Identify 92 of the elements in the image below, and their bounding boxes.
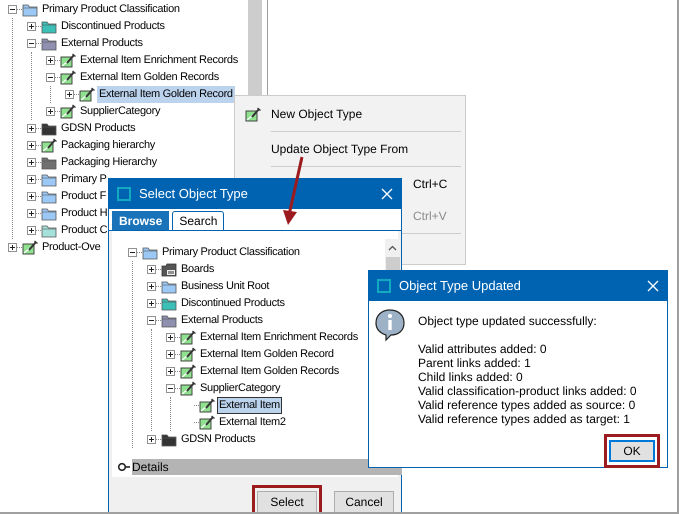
- button[interactable]: Cancel: [334, 491, 394, 512]
- tree-item[interactable]: Primary Product Classification: [160, 244, 302, 261]
- expand-icon[interactable]: [166, 367, 175, 376]
- detail-text: Valid reference types added as source: 0: [418, 398, 636, 412]
- tree-item[interactable]: Product H: [59, 205, 110, 222]
- expand-icon[interactable]: [8, 243, 17, 252]
- wrench-box-icon: [22, 240, 38, 255]
- tree-item[interactable]: SupplierCategory: [198, 380, 282, 397]
- detail-text: Valid reference types added as target: 1: [418, 412, 631, 426]
- detail-text: Valid attributes added: 0: [418, 342, 548, 356]
- tree-item[interactable]: External Item Golden Record: [97, 86, 235, 103]
- expand-icon[interactable]: [46, 107, 55, 116]
- tree-item[interactable]: Discontinued Products: [179, 295, 287, 312]
- tree-item[interactable]: GDSN Products: [59, 120, 138, 137]
- wrench-box-icon: [60, 104, 76, 119]
- wrench-box-icon: [60, 70, 76, 85]
- expand-icon[interactable]: [117, 462, 131, 472]
- menu-item[interactable]: Update Object Type From: [271, 140, 465, 158]
- tree-item[interactable]: External Item2: [217, 414, 288, 431]
- expand-icon[interactable]: [147, 265, 156, 274]
- expand-icon[interactable]: [27, 22, 36, 31]
- expand-icon[interactable]: [27, 209, 36, 218]
- window-title: Object Type Updated: [399, 277, 521, 296]
- wrench-box-icon: [180, 381, 196, 396]
- wrench-box-icon: [79, 87, 95, 102]
- expand-icon[interactable]: [27, 192, 36, 201]
- window-icon: [117, 187, 131, 201]
- shortcut-label: Ctrl+V: [413, 208, 448, 225]
- tree-item[interactable]: External Item Enrichment Records: [198, 329, 360, 346]
- close-icon[interactable]: [381, 188, 393, 200]
- wrench-box-icon: [41, 138, 57, 153]
- expand-icon[interactable]: [147, 435, 156, 444]
- expand-icon[interactable]: [147, 299, 156, 308]
- collapse-icon[interactable]: [166, 384, 175, 393]
- tree-item[interactable]: Primary Product Classification: [40, 1, 182, 18]
- expand-icon[interactable]: [27, 158, 36, 167]
- tree-item[interactable]: External Products: [59, 35, 145, 52]
- expand-icon[interactable]: [27, 226, 36, 235]
- button[interactable]: OK: [609, 440, 655, 462]
- collapse-icon[interactable]: [128, 248, 137, 257]
- detail-text: Parent links added: 1: [418, 356, 532, 370]
- tree-item[interactable]: External Item Golden Records: [78, 69, 221, 86]
- wrench-box-icon: [199, 415, 215, 430]
- detail-text: Child links added: 0: [418, 370, 524, 384]
- tree-item[interactable]: External Item Golden Record: [198, 346, 336, 363]
- scroll-up-icon[interactable]: [388, 245, 397, 251]
- wrench-box-icon: [180, 364, 196, 379]
- expand-icon[interactable]: [46, 56, 55, 65]
- wrench-box-icon: [180, 330, 196, 345]
- tree-item[interactable]: Business Unit Root: [179, 278, 272, 295]
- expand-icon[interactable]: [27, 175, 36, 184]
- wrench-box-icon: [245, 106, 261, 122]
- folder-icon: [161, 262, 177, 277]
- expand-icon[interactable]: [166, 350, 175, 359]
- wrench-box-icon: [60, 53, 76, 68]
- tree-item[interactable]: GDSN Products: [179, 431, 258, 448]
- expand-icon[interactable]: [166, 333, 175, 342]
- collapse-icon[interactable]: [46, 73, 55, 82]
- message-text: Object type updated successfully:: [418, 314, 598, 328]
- window-title: Select Object Type: [139, 185, 248, 204]
- collapse-icon[interactable]: [147, 316, 156, 325]
- collapse-icon[interactable]: [27, 39, 36, 48]
- collapse-icon[interactable]: [8, 5, 17, 14]
- wrench-box-icon: [180, 347, 196, 362]
- tree-item[interactable]: Product C: [59, 222, 110, 239]
- close-icon[interactable]: [647, 280, 659, 292]
- tree-item[interactable]: Discontinued Products: [59, 18, 167, 35]
- tree-item[interactable]: External Item Golden Records: [198, 363, 341, 380]
- tree-item[interactable]: Primary P: [59, 171, 109, 188]
- window-icon: [377, 279, 391, 293]
- tree-item[interactable]: Product-Ove: [40, 239, 102, 256]
- expand-icon[interactable]: [27, 124, 36, 133]
- tree-item[interactable]: Product F: [59, 188, 108, 205]
- tree-item[interactable]: External Item: [217, 397, 282, 414]
- expand-icon[interactable]: [65, 90, 74, 99]
- tree-item[interactable]: Boards: [179, 261, 216, 278]
- tree-item[interactable]: Packaging Hierarchy: [59, 154, 159, 171]
- tab[interactable]: Search: [172, 211, 224, 230]
- tree-item[interactable]: External Products: [179, 312, 265, 329]
- expand-icon[interactable]: [27, 141, 36, 150]
- tree-item[interactable]: SupplierCategory: [78, 103, 162, 120]
- button[interactable]: Select: [257, 491, 317, 512]
- tree-item[interactable]: External Item Enrichment Records: [78, 52, 240, 69]
- info-icon: [374, 308, 406, 342]
- expand-icon[interactable]: [147, 282, 156, 291]
- tree-item[interactable]: Packaging hierarchy: [59, 137, 157, 154]
- detail-text: Valid classification-product links added: 0: [418, 384, 637, 398]
- shortcut-label: Ctrl+C: [413, 176, 448, 193]
- wrench-box-icon: [199, 398, 215, 413]
- tab[interactable]: Browse: [112, 211, 170, 230]
- menu-item[interactable]: New Object Type: [271, 105, 465, 123]
- arrow: [283, 156, 304, 225]
